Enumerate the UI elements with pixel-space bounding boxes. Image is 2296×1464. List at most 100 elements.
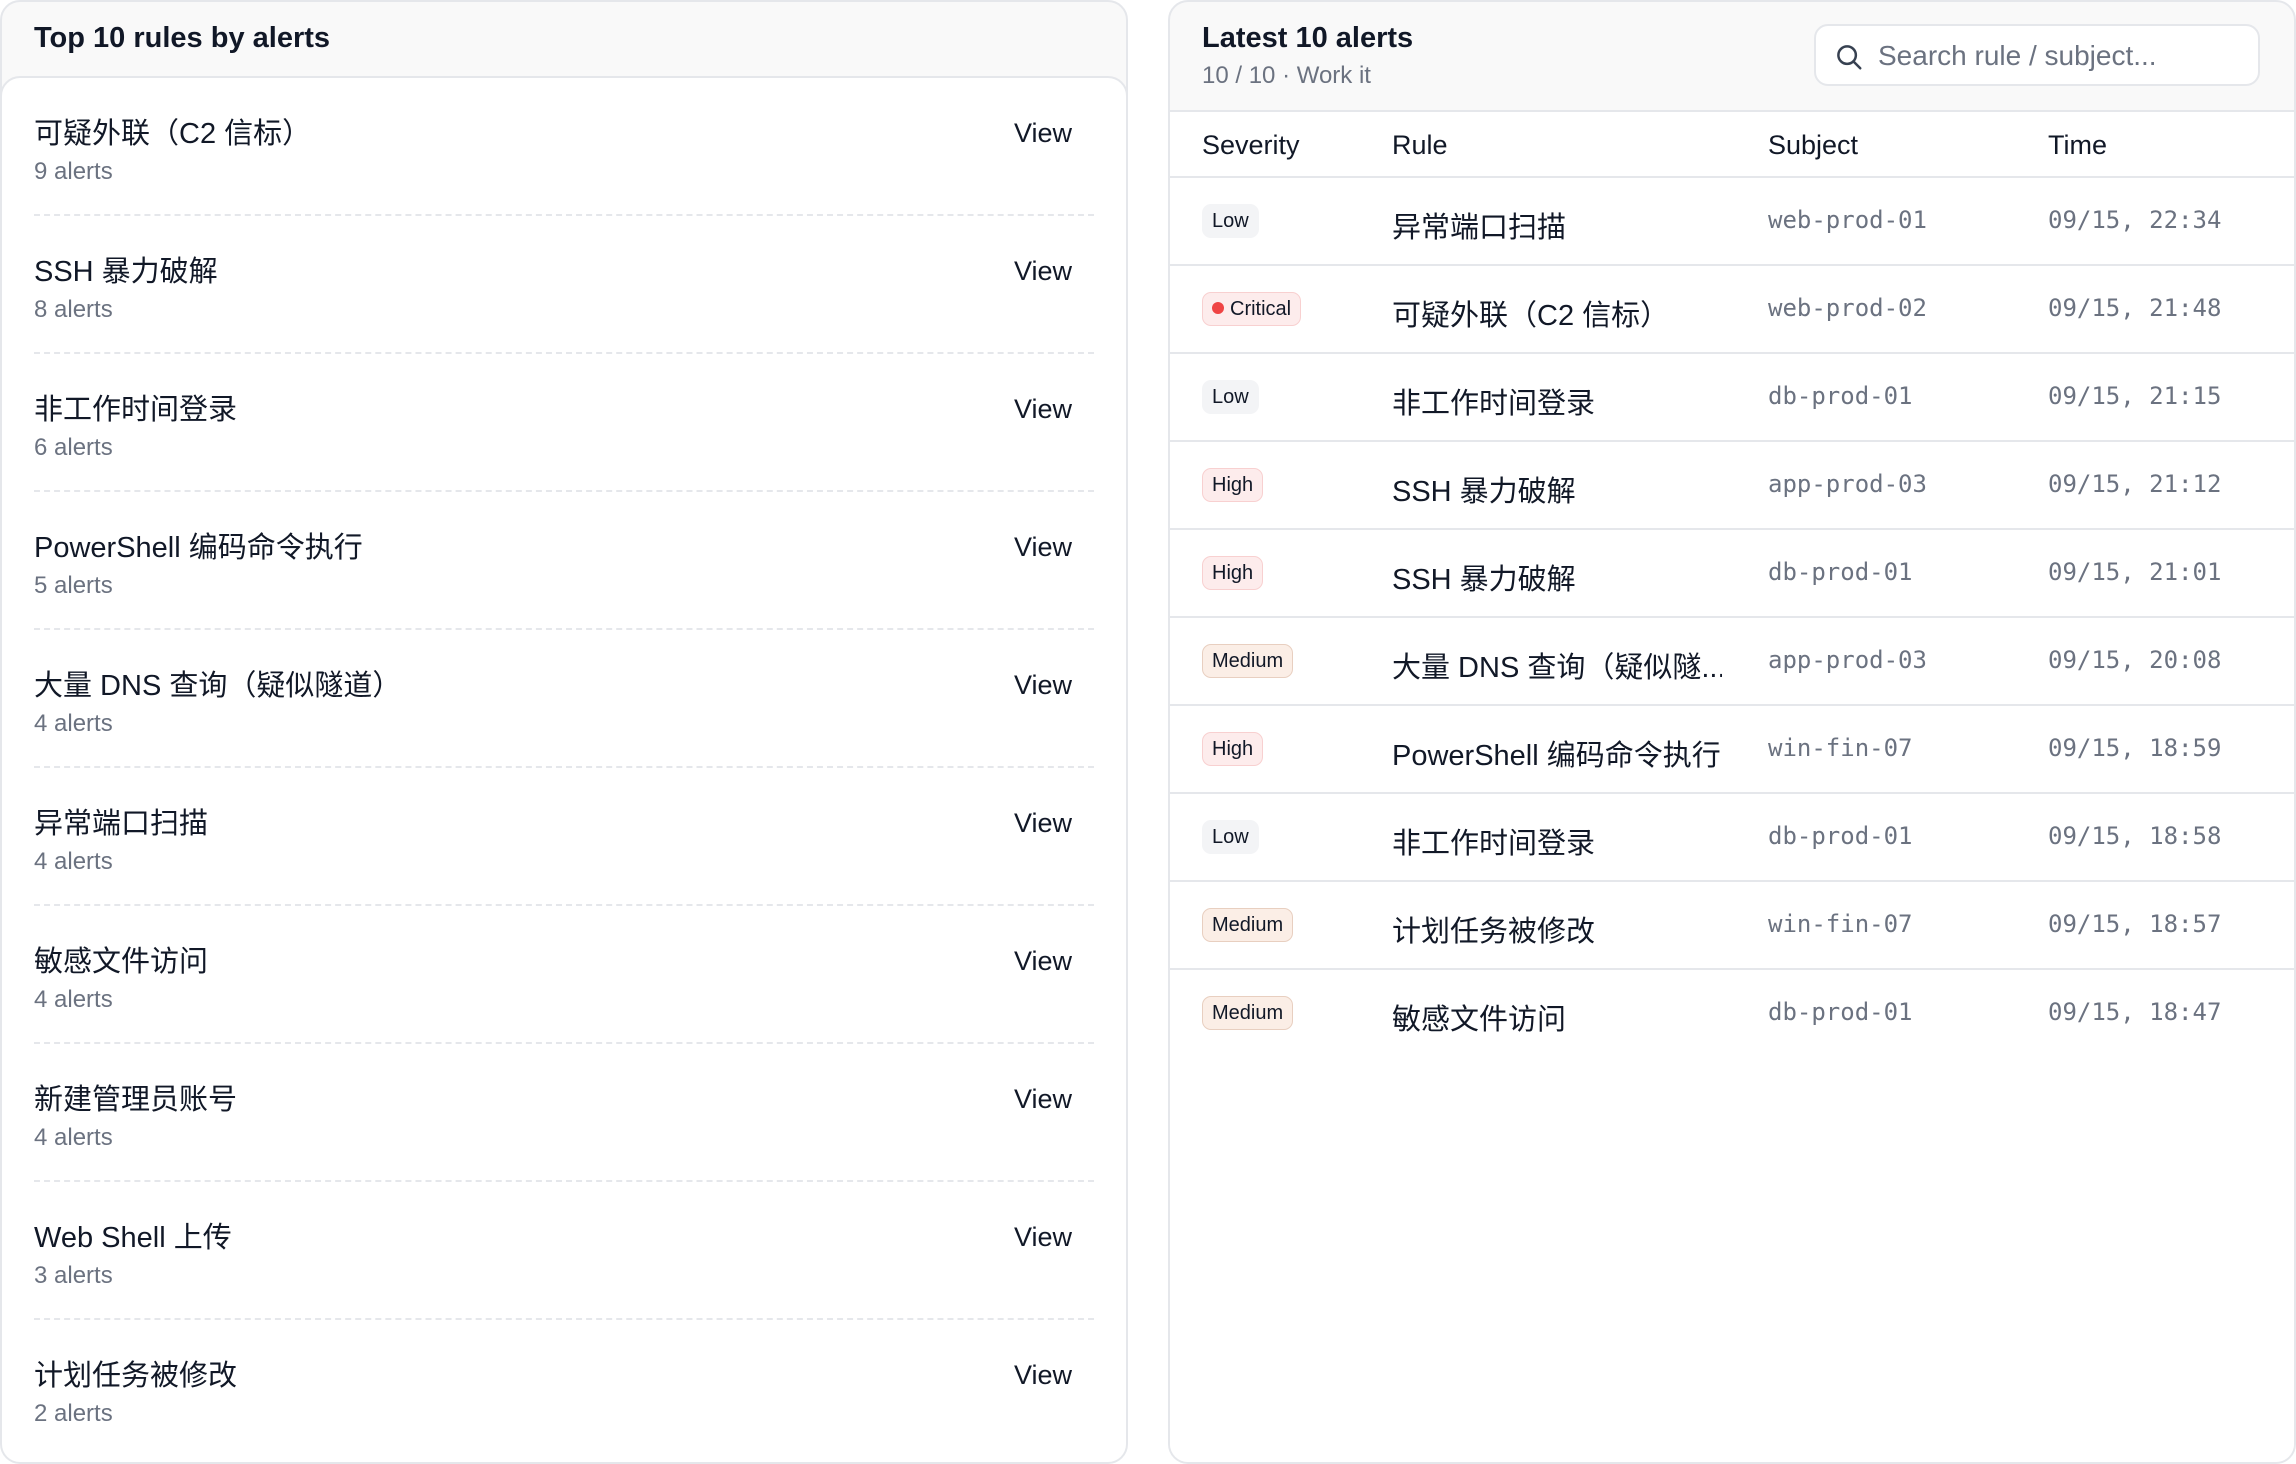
severity-badge: Medium [1202, 644, 1294, 678]
alert-subject: web-prod-02 [1768, 294, 1927, 322]
search-icon [1837, 45, 1862, 70]
rule-item: 敏感文件访问 4 alerts View [34, 906, 1094, 1044]
rule-item: 新建管理员账号 4 alerts View [34, 1044, 1094, 1182]
table-row[interactable]: Critical 可疑外联（C2 信标） web-prod-02 09/15, … [1170, 266, 2294, 354]
severity-badge: Medium [1202, 908, 1294, 942]
rule-name: 异常端口扫描 [34, 808, 209, 840]
rule-alert-count: 6 alerts [34, 434, 113, 461]
alert-time: 09/15, 18:58 [2048, 822, 2222, 850]
col-header-severity[interactable]: Severity [1202, 130, 1300, 161]
critical-dot-icon [1212, 302, 1224, 314]
view-button[interactable]: View [1014, 1360, 1072, 1391]
rule-name: 敏感文件访问 [34, 946, 209, 978]
col-header-rule[interactable]: Rule [1392, 130, 1448, 161]
table-row[interactable]: High SSH 暴力破解 db-prod-01 09/15, 21:01 [1170, 530, 2294, 618]
severity-badge: High [1202, 556, 1264, 590]
rule-item: SSH 暴力破解 8 alerts View [34, 216, 1094, 354]
alert-rule: PowerShell 编码命令执行 [1392, 740, 1721, 772]
col-header-subject[interactable]: Subject [1768, 130, 1858, 161]
alert-subject: app-prod-03 [1768, 470, 1927, 498]
severity-badge: Low [1202, 380, 1259, 414]
view-button[interactable]: View [1014, 532, 1072, 563]
rule-item: 异常端口扫描 4 alerts View [34, 768, 1094, 906]
view-button[interactable]: View [1014, 256, 1072, 287]
alert-rule: 非工作时间登录 [1392, 828, 1596, 860]
search-input[interactable] [1876, 30, 2250, 82]
view-button[interactable]: View [1014, 670, 1072, 701]
view-button[interactable]: View [1014, 118, 1072, 149]
alert-rule: SSH 暴力破解 [1392, 476, 1576, 508]
view-button[interactable]: View [1014, 808, 1072, 839]
severity-badge: High [1202, 732, 1264, 766]
table-row[interactable]: Low 非工作时间登录 db-prod-01 09/15, 21:15 [1170, 354, 2294, 442]
alert-time: 09/15, 21:15 [2048, 382, 2222, 410]
rule-alert-count: 8 alerts [34, 296, 113, 323]
table-row[interactable]: Low 非工作时间登录 db-prod-01 09/15, 18:58 [1170, 794, 2294, 882]
alert-time: 09/15, 20:08 [2048, 646, 2222, 674]
rule-item: Web Shell 上传 3 alerts View [34, 1182, 1094, 1320]
alert-subject: app-prod-03 [1768, 646, 1927, 674]
severity-badge: Medium [1202, 996, 1294, 1030]
rule-alert-count: 4 alerts [34, 986, 113, 1013]
alert-subject: web-prod-01 [1768, 206, 1927, 234]
view-button[interactable]: View [1014, 1084, 1072, 1115]
alerts-table: Severity Rule Subject Time Low 异常端口扫描 we… [1170, 110, 2294, 1462]
rule-name: 计划任务被修改 [34, 1360, 238, 1392]
severity-badge: Critical [1202, 292, 1302, 326]
top-rules-title: Top 10 rules by alerts [34, 22, 331, 54]
table-row[interactable]: High PowerShell 编码命令执行 win-fin-07 09/15,… [1170, 706, 2294, 794]
rule-alert-count: 4 alerts [34, 848, 113, 875]
alert-time: 09/15, 18:59 [2048, 734, 2222, 762]
alert-rule: 非工作时间登录 [1392, 388, 1596, 420]
alert-rule: 大量 DNS 查询（疑似隧... [1392, 652, 1722, 684]
rule-item: 计划任务被修改 2 alerts View [34, 1320, 1094, 1458]
table-row[interactable]: Medium 大量 DNS 查询（疑似隧... app-prod-03 09/1… [1170, 618, 2294, 706]
alert-subject: db-prod-01 [1768, 382, 1913, 410]
alert-time: 09/15, 21:12 [2048, 470, 2222, 498]
rule-alert-count: 4 alerts [34, 1124, 113, 1151]
top-rules-panel: Top 10 rules by alerts 可疑外联（C2 信标） 9 ale… [0, 0, 1128, 1464]
severity-badge: Low [1202, 204, 1259, 238]
alert-time: 09/15, 22:34 [2048, 206, 2222, 234]
alert-time: 09/15, 21:01 [2048, 558, 2222, 586]
rule-name: PowerShell 编码命令执行 [34, 532, 363, 564]
search-box[interactable] [1814, 24, 2260, 86]
rule-name: Web Shell 上传 [34, 1222, 232, 1254]
table-row[interactable]: Medium 计划任务被修改 win-fin-07 09/15, 18:57 [1170, 882, 2294, 970]
alert-time: 09/15, 18:57 [2048, 910, 2222, 938]
alert-subject: win-fin-07 [1768, 734, 1913, 762]
rule-name: 新建管理员账号 [34, 1084, 238, 1116]
rule-name: SSH 暴力破解 [34, 256, 218, 288]
latest-alerts-header: Latest 10 alerts 10 / 10 · Work it [1170, 2, 2294, 110]
table-row[interactable]: Medium 敏感文件访问 db-prod-01 09/15, 18:47 [1170, 970, 2294, 1058]
severity-badge: High [1202, 468, 1264, 502]
top-rules-list: 可疑外联（C2 信标） 9 alerts View SSH 暴力破解 8 ale… [2, 76, 1126, 1462]
rule-name: 大量 DNS 查询（疑似隧道） [34, 670, 402, 702]
latest-alerts-panel: Latest 10 alerts 10 / 10 · Work it Sever… [1168, 0, 2296, 1464]
alert-subject: db-prod-01 [1768, 998, 1913, 1026]
alert-rule: 计划任务被修改 [1392, 916, 1596, 948]
rule-alert-count: 2 alerts [34, 1400, 113, 1427]
alert-subject: win-fin-07 [1768, 910, 1913, 938]
rule-alert-count: 3 alerts [34, 1262, 113, 1289]
alert-time: 09/15, 21:48 [2048, 294, 2222, 322]
alert-time: 09/15, 18:47 [2048, 998, 2222, 1026]
severity-label: Critical [1230, 298, 1292, 320]
rule-alert-count: 9 alerts [34, 158, 113, 185]
view-button[interactable]: View [1014, 394, 1072, 425]
table-row[interactable]: Low 异常端口扫描 web-prod-01 09/15, 22:34 [1170, 178, 2294, 266]
view-button[interactable]: View [1014, 946, 1072, 977]
rule-name: 可疑外联（C2 信标） [34, 118, 312, 150]
rule-alert-count: 5 alerts [34, 572, 113, 599]
alert-subject: db-prod-01 [1768, 822, 1913, 850]
col-header-time[interactable]: Time [2048, 130, 2107, 161]
view-button[interactable]: View [1014, 1222, 1072, 1253]
rule-item: 非工作时间登录 6 alerts View [34, 354, 1094, 492]
rule-item: PowerShell 编码命令执行 5 alerts View [34, 492, 1094, 630]
latest-alerts-title: Latest 10 alerts [1202, 22, 1414, 54]
rule-item: 可疑外联（C2 信标） 9 alerts View [34, 78, 1094, 216]
rule-item: 大量 DNS 查询（疑似隧道） 4 alerts View [34, 630, 1094, 768]
rule-name: 非工作时间登录 [34, 394, 238, 426]
table-row[interactable]: High SSH 暴力破解 app-prod-03 09/15, 21:12 [1170, 442, 2294, 530]
rule-alert-count: 4 alerts [34, 710, 113, 737]
